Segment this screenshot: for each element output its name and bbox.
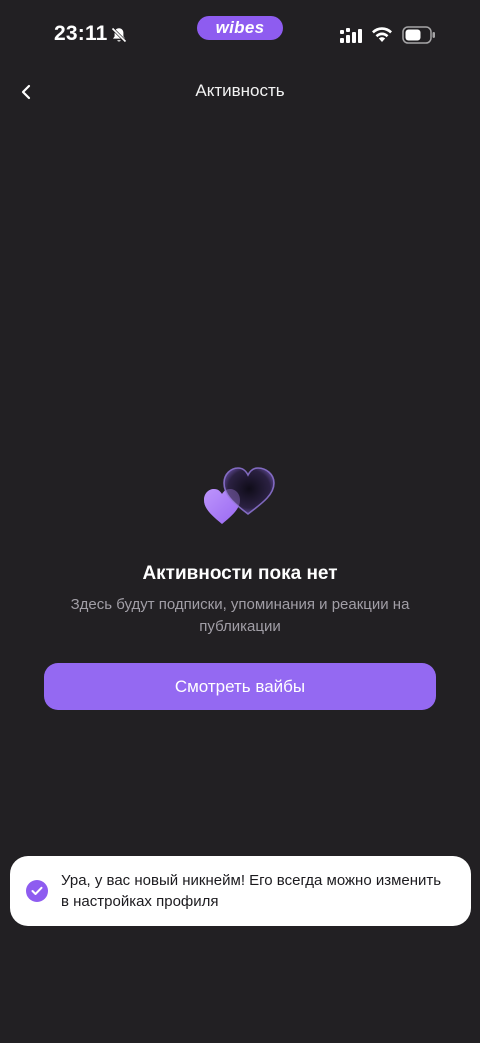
check-circle-icon [26, 880, 48, 902]
battery-icon [402, 26, 435, 44]
hearts-icon [204, 467, 275, 524]
wifi-icon [372, 27, 392, 42]
watch-vibes-button[interactable]: Смотреть вайбы [44, 663, 436, 710]
brand-logo: wibes [197, 16, 283, 40]
page-title: Активность [195, 81, 285, 100]
empty-state-title: Активности пока нет [142, 563, 338, 584]
empty-state-subtitle: Здесь будут подписки, упоминания и реакц… [70, 596, 410, 635]
bell-slash-icon [111, 27, 127, 43]
toast-message: Ура, у вас новый никнейм! Его всегда мож… [61, 872, 442, 910]
nav-bar: Активность [0, 70, 480, 112]
cellular-signal-icon [340, 28, 362, 43]
status-bar: 23:11 wibes [0, 0, 480, 64]
status-time: 23:11 [54, 22, 108, 45]
toast-notification: Ура, у вас новый никнейм! Его всегда мож… [10, 856, 471, 926]
